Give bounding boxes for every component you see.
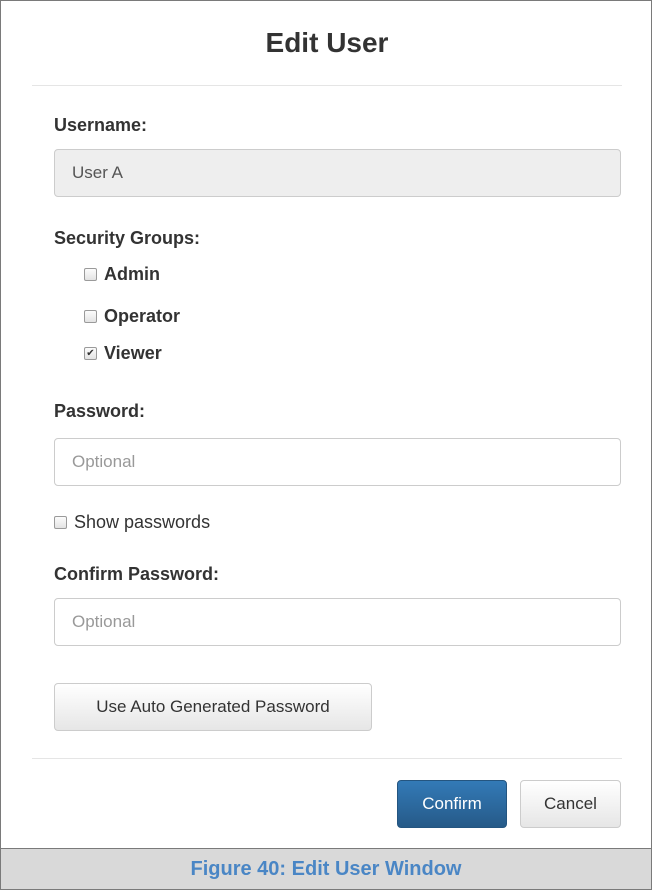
- group-operator-option[interactable]: Operator: [84, 306, 180, 327]
- password-field[interactable]: [54, 438, 621, 486]
- group-admin-label: Admin: [104, 264, 160, 284]
- group-viewer-checkbox[interactable]: ✔: [84, 347, 97, 360]
- username-field[interactable]: [54, 149, 621, 197]
- group-viewer-option[interactable]: ✔ Viewer: [84, 343, 162, 364]
- group-viewer-label: Viewer: [104, 343, 162, 363]
- auto-generate-password-button[interactable]: Use Auto Generated Password: [54, 683, 372, 731]
- dialog-title: Edit User: [265, 27, 389, 58]
- confirm-password-field[interactable]: [54, 598, 621, 646]
- edit-user-dialog: Edit User Username: Security Groups: Adm…: [0, 0, 652, 848]
- cancel-button[interactable]: Cancel: [520, 780, 621, 828]
- group-admin-checkbox[interactable]: [84, 268, 97, 281]
- group-operator-label: Operator: [104, 306, 181, 326]
- show-passwords-checkbox[interactable]: [54, 516, 67, 529]
- dialog-header: Edit User: [32, 1, 622, 86]
- confirm-password-label: Confirm Password:: [54, 564, 220, 584]
- confirm-button[interactable]: Confirm: [397, 780, 507, 828]
- show-passwords-label: Show passwords: [74, 512, 211, 532]
- checkmark-icon: ✔: [86, 347, 95, 359]
- figure-caption: Figure 40: Edit User Window: [0, 848, 652, 890]
- security-groups-label: Security Groups:: [54, 228, 201, 248]
- show-passwords-option[interactable]: Show passwords: [54, 512, 210, 533]
- footer-divider: [32, 758, 622, 759]
- username-label: Username:: [54, 115, 148, 135]
- password-label: Password:: [54, 401, 146, 421]
- group-admin-option[interactable]: Admin: [84, 264, 160, 285]
- group-operator-checkbox[interactable]: [84, 310, 97, 323]
